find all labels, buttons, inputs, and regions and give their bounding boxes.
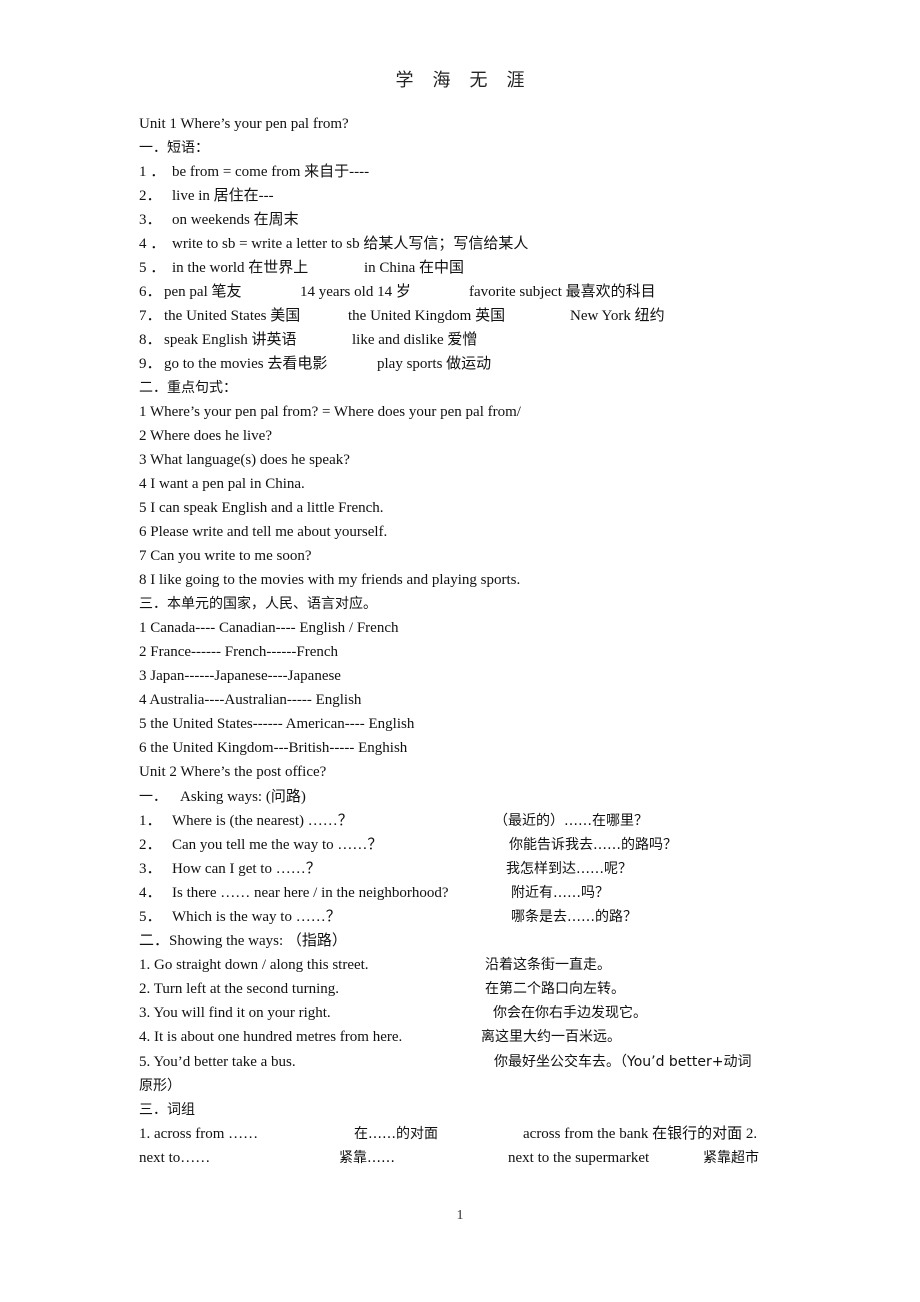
phrase-col1: in the world 在世界上	[172, 260, 309, 276]
item-english: Which is the way to ……？	[172, 909, 341, 925]
phrase-col2: like and dislike 爱憎	[352, 332, 478, 348]
item-chinese: （最近的）……在哪里？	[494, 813, 648, 829]
phrase-cn: 紧靠……	[339, 1150, 395, 1166]
phrase-col2: play sports 做运动	[377, 356, 492, 372]
country-item: 5 the United States------ American---- E…	[139, 716, 415, 732]
phrase-text: write to sb = write a letter to sb 给某人写信…	[172, 236, 529, 252]
item-chinese: 沿着这条街一直走。	[485, 957, 611, 973]
phrase-example: across from the bank 在银行的对面 2.	[523, 1126, 758, 1142]
country-item: 2 France------ French------French	[139, 644, 339, 660]
phrase-cn: 在……的对面	[354, 1126, 438, 1142]
sentence-item: 2 Where does he live?	[139, 428, 273, 444]
showing-way-item-continuation: 原形）	[139, 1078, 181, 1094]
unit2-title: Unit 2 Where’s the post office?	[139, 764, 327, 780]
phrase-col1: speak English 讲英语	[164, 332, 297, 348]
phrase-col1: go to the movies 去看电影	[164, 356, 328, 372]
country-item: 6 the United Kingdom---British----- Engh…	[139, 740, 408, 756]
phrase-number: 4 ．	[139, 236, 166, 252]
item-english: How can I get to ……？	[172, 861, 321, 877]
phrase-en: 1. across from ……	[139, 1126, 259, 1142]
item-english: Where is (the nearest) ……？	[172, 813, 353, 829]
sentence-item: 7 Can you write to me soon?	[139, 548, 312, 564]
phrase-col2: in China 在中国	[364, 260, 464, 276]
phrase-col3: New York 纽约	[570, 308, 665, 324]
unit1-title: Unit 1 Where’s your pen pal from?	[139, 116, 349, 132]
item-number: 3．	[139, 861, 162, 877]
item-english: 1. Go straight down / along this street.	[139, 957, 369, 973]
country-item: 1 Canada---- Canadian---- English / Fren…	[139, 620, 399, 636]
unit2-section2-heading: 二．Showing the ways: （指路）	[139, 933, 347, 949]
country-item: 3 Japan------Japanese----Japanese	[139, 668, 341, 684]
item-chinese: 附近有……吗？	[511, 885, 609, 901]
item-english: 5. You’d better take a bus.	[139, 1054, 296, 1070]
phrase-number: 2．	[139, 188, 162, 204]
sentence-item: 3 What language(s) does he speak?	[139, 452, 350, 468]
phrase-number: 6．	[139, 284, 162, 300]
unit1-section1-heading: 一．短语：	[139, 140, 209, 156]
unit1-section2-heading: 二．重点句式：	[139, 380, 237, 396]
section-number: 一．	[139, 789, 167, 805]
item-chinese: 我怎样到达……呢？	[506, 861, 632, 877]
phrase-en: next to……	[139, 1150, 211, 1166]
page-header-title: 学海无涯	[395, 70, 544, 91]
sentence-item: 8 I like going to the movies with my fri…	[139, 572, 521, 588]
item-english: Can you tell me the way to ……？	[172, 837, 383, 853]
item-chinese: 在第二个路口向左转。	[485, 981, 625, 997]
item-chinese: 离这里大约一百米远。	[481, 1029, 621, 1045]
phrase-number: 3．	[139, 212, 162, 228]
item-chinese: 你最好坐公交车去。（You’d better+动词	[494, 1054, 752, 1070]
sentence-item: 4 I want a pen pal in China.	[139, 476, 305, 492]
phrase-col3: favorite subject 最喜欢的科目	[469, 284, 656, 300]
item-chinese: 哪条是去……的路？	[511, 909, 637, 925]
item-english: Is there …… near here / in the neighborh…	[172, 885, 449, 901]
phrase-col2: 14 years old 14 岁	[300, 284, 411, 300]
phrase-number: 9．	[139, 356, 162, 372]
item-chinese: 你会在你右手边发现它。	[493, 1005, 647, 1021]
phrase-number: 5 ．	[139, 260, 166, 276]
item-number: 1．	[139, 813, 162, 829]
unit2-section3-heading: 三．词组	[139, 1102, 195, 1118]
phrase-col2: the United Kingdom 英国	[348, 308, 506, 324]
unit1-section3-heading: 三．本单元的国家，人民、语言对应。	[139, 596, 377, 612]
phrase-number: 7．	[139, 308, 162, 324]
phrase-text: on weekends 在周末	[172, 212, 299, 228]
item-number: 2．	[139, 837, 162, 853]
phrase-col1: the United States 美国	[164, 308, 301, 324]
item-english: 4. It is about one hundred metres from h…	[139, 1029, 403, 1045]
phrase-text: live in 居住在---	[172, 188, 274, 204]
country-item: 4 Australia----Australian----- English	[139, 692, 362, 708]
section-heading-text: Asking ways: (问路)	[180, 789, 306, 805]
phrase-example-cn: 紧靠超市	[703, 1150, 759, 1166]
phrase-col1: pen pal 笔友	[164, 284, 242, 300]
page-number: 1	[456, 1208, 464, 1223]
sentence-item: 1 Where’s your pen pal from? = Where doe…	[139, 404, 521, 420]
item-english: 2. Turn left at the second turning.	[139, 981, 339, 997]
sentence-item: 6 Please write and tell me about yoursel…	[139, 524, 388, 540]
phrase-example: next to the supermarket	[508, 1150, 650, 1166]
phrase-text: be from = come from 来自于----	[172, 164, 370, 180]
sentence-item: 5 I can speak English and a little Frenc…	[139, 500, 384, 516]
item-number: 5．	[139, 909, 162, 925]
item-number: 4．	[139, 885, 162, 901]
phrase-number: 8．	[139, 332, 162, 348]
phrase-number: 1 ．	[139, 164, 166, 180]
document-page: 学海无涯 Unit 1 Where’s your pen pal from? 一…	[0, 0, 920, 1302]
item-chinese: 你能告诉我去……的路吗？	[509, 837, 677, 853]
item-english: 3. You will find it on your right.	[139, 1005, 331, 1021]
